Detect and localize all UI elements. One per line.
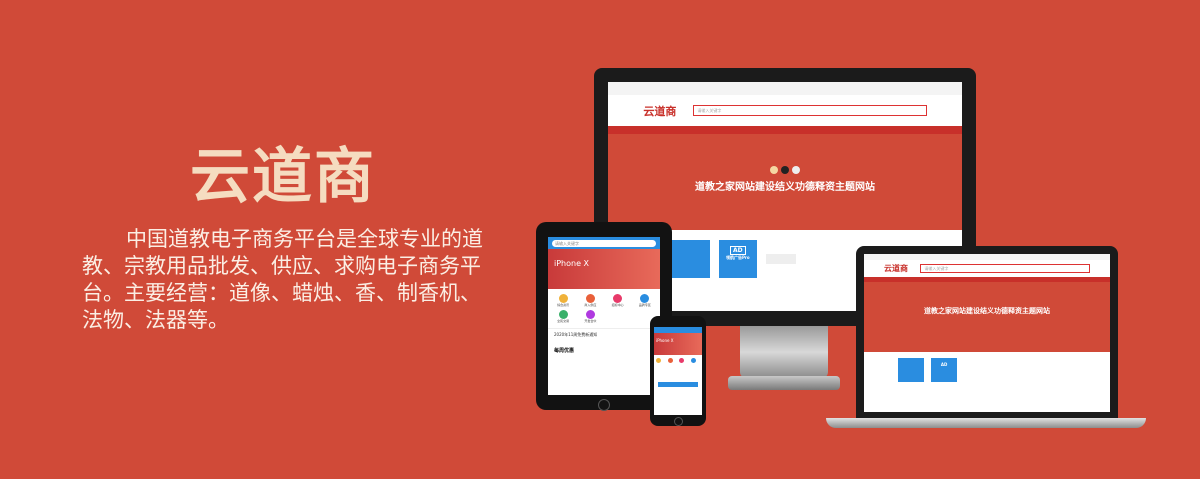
home-button xyxy=(674,417,683,426)
phone-mockup: iPhone X xyxy=(650,316,706,426)
tablet-screen: 请输入关键字 iPhone X 综合资讯 商入供应 招标中心 品牌专区 全民交易… xyxy=(548,237,660,395)
mobile-header: 请输入关键字 xyxy=(548,237,660,249)
promo-title: iPhone X xyxy=(554,259,590,268)
mobile-grid xyxy=(654,355,702,366)
promo-title: iPhone X xyxy=(656,338,674,343)
site-search-input[interactable]: 请输入关键字 xyxy=(920,264,1090,273)
ad-label: AD xyxy=(940,362,948,367)
blue-bar xyxy=(658,382,698,387)
top-bar xyxy=(608,82,962,96)
site-header: 云道商 请输入关键字 xyxy=(864,260,1110,277)
promo-block[interactable] xyxy=(671,240,710,279)
monitor-stand-neck xyxy=(740,326,828,378)
grid-icon[interactable] xyxy=(690,358,696,363)
grid-item[interactable]: 全民交易 xyxy=(551,310,575,323)
grid-icon[interactable] xyxy=(667,358,673,363)
site-logo: 云道商 xyxy=(884,264,908,273)
site-nav xyxy=(608,125,962,134)
site-search-input[interactable]: 请输入关键字 xyxy=(693,105,927,117)
text-block xyxy=(765,254,796,265)
section-title: 每周优惠 xyxy=(554,348,575,354)
site-banner: 道教之家网站建设结义功德释资主题网站 xyxy=(864,282,1110,352)
badge-icon xyxy=(792,165,800,174)
grid-item[interactable]: 开发合伙 xyxy=(578,310,602,323)
grid-icon[interactable] xyxy=(656,358,661,363)
home-button xyxy=(598,399,610,411)
mobile-search-input[interactable]: 请输入关键字 xyxy=(552,239,656,247)
laptop-screen: 云道商 请输入关键字 道教之家网站建设结义功德释资主题网站 AD xyxy=(864,254,1110,412)
laptop-base xyxy=(826,418,1146,428)
banner-title: 道教之家网站建设结义功德释资主题网站 xyxy=(695,181,875,193)
brand-title: 云道商 xyxy=(190,142,376,212)
banner-title: 道教之家网站建设结义功德释资主题网站 xyxy=(924,307,1050,315)
grid-item[interactable]: 品牌专区 xyxy=(633,294,657,307)
phone-screen: iPhone X xyxy=(654,327,702,415)
brand-description: 中国道教电子商务平台是全球专业的道教、宗教用品批发、供应、求购电子商务平台。主要… xyxy=(82,227,483,332)
ad-cards: AD xyxy=(864,352,1110,388)
news-item[interactable]: 2020年11周免费新通知 xyxy=(548,328,660,341)
mobile-promo-banner[interactable]: iPhone X xyxy=(654,333,702,355)
site-header: 云道商 请输入关键字 xyxy=(608,95,962,125)
ad-card[interactable]: AD 领航广告Pro xyxy=(718,240,757,279)
ad-label: AD xyxy=(729,246,746,256)
site-logo: 云道商 xyxy=(643,104,677,118)
mobile-grid: 综合资讯 商入供应 招标中心 品牌专区 全民交易 开发合伙 xyxy=(548,289,660,328)
badge-icon xyxy=(770,165,778,174)
monitor-stand-base xyxy=(728,376,840,390)
mobile-promo-banner[interactable]: iPhone X xyxy=(548,249,660,289)
promo-block[interactable] xyxy=(898,358,924,382)
grid-item[interactable]: 综合资讯 xyxy=(551,294,575,307)
ad-text: 领航广告Pro xyxy=(725,255,750,261)
ad-card[interactable]: AD xyxy=(931,358,958,382)
grid-item[interactable]: 招标中心 xyxy=(606,294,630,307)
grid-icon[interactable] xyxy=(679,358,684,363)
badge-icon xyxy=(781,165,789,174)
laptop-mockup: 云道商 请输入关键字 道教之家网站建设结义功德释资主题网站 AD xyxy=(856,246,1118,420)
grid-item[interactable]: 商入供应 xyxy=(578,294,602,307)
site-banner: 道教之家网站建设结义功德释资主题网站 xyxy=(608,133,962,230)
